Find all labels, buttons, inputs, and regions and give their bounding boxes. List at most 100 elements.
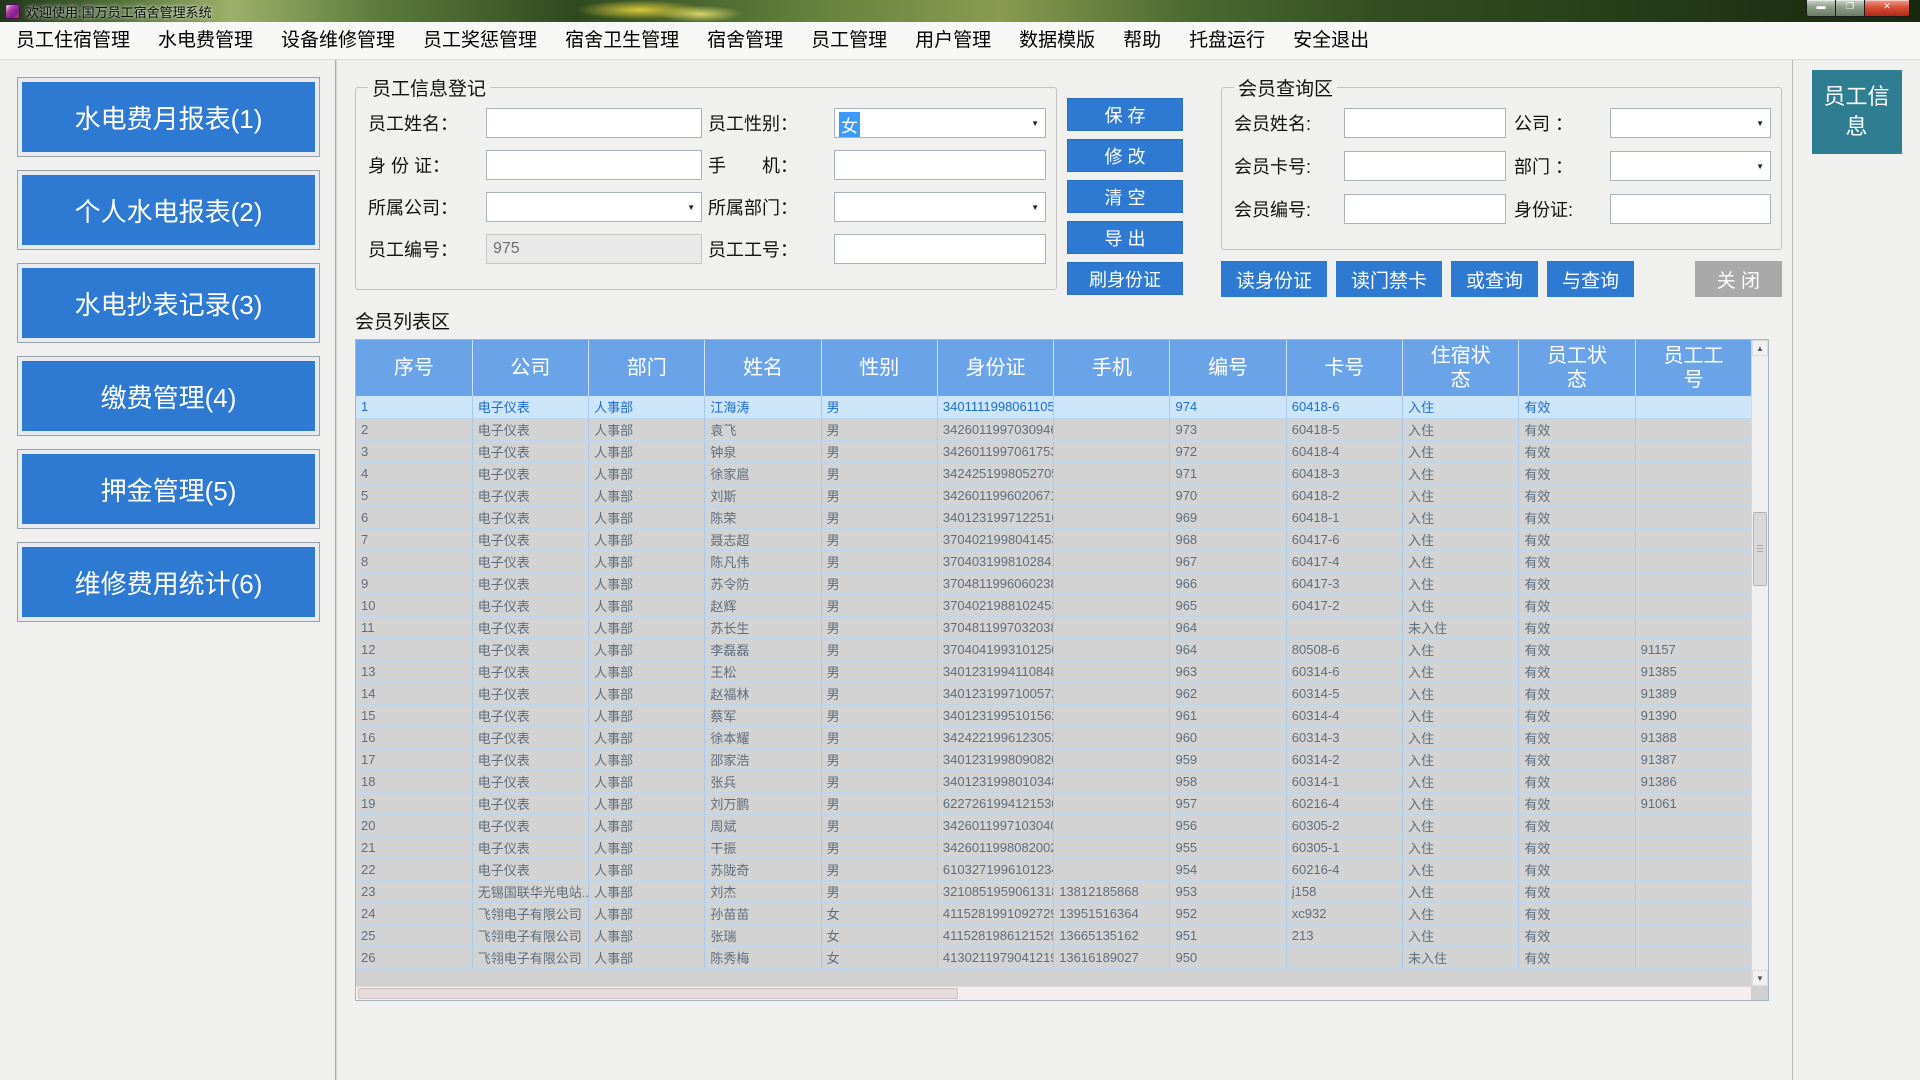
table-row[interactable]: 11电子仪表人事部苏长生男3704811997032038...964未入住有效 (356, 616, 1752, 638)
column-header[interactable]: 性别 (821, 340, 937, 396)
employee-info-button[interactable]: 员工信息 (1812, 70, 1902, 154)
query-card-input[interactable] (1344, 151, 1506, 181)
menu-item-9[interactable]: 帮助 (1109, 22, 1175, 60)
menu-item-6[interactable]: 员工管理 (797, 22, 901, 60)
table-row[interactable]: 10电子仪表人事部赵辉男3704021988102453...96560417-… (356, 594, 1752, 616)
column-header[interactable]: 住宿状态 (1403, 340, 1519, 396)
table-row[interactable]: 17电子仪表人事部邵家浩男3401231998090820...95960314… (356, 748, 1752, 770)
menu-item-5[interactable]: 宿舍管理 (693, 22, 797, 60)
query-button-4[interactable]: 关 闭 (1695, 261, 1782, 297)
table-row[interactable]: 2电子仪表人事部袁飞男3426011997030946...97360418-5… (356, 418, 1752, 440)
column-header[interactable]: 员工状态 (1519, 340, 1635, 396)
employee-workno-input[interactable] (834, 234, 1046, 264)
sidebar-button-1[interactable]: 个人水电报表(2) (17, 170, 320, 250)
table-row[interactable]: 15电子仪表人事部蔡军男3401231995101562...96160314-… (356, 704, 1752, 726)
maximize-button[interactable]: ❐ (1836, 0, 1864, 17)
table-row[interactable]: 13电子仪表人事部王松男3401231994110848...96360314-… (356, 660, 1752, 682)
table-row[interactable]: 16电子仪表人事部徐本耀男3424221996123052...96060314… (356, 726, 1752, 748)
query-company-select[interactable]: ▼ (1610, 108, 1771, 138)
menu-item-8[interactable]: 数据模版 (1005, 22, 1109, 60)
table-cell: 江海涛 (705, 396, 821, 418)
menu-item-0[interactable]: 员工住宿管理 (2, 22, 144, 60)
employee-phone-input[interactable] (834, 150, 1046, 180)
table-cell: 60314-5 (1286, 682, 1402, 704)
minimize-button[interactable]: ▬ (1806, 0, 1836, 17)
menu-item-11[interactable]: 安全退出 (1279, 22, 1383, 60)
table-row[interactable]: 6电子仪表人事部陈荣男3401231997122516...96960418-1… (356, 506, 1752, 528)
sidebar-button-3[interactable]: 缴费管理(4) (17, 356, 320, 436)
table-row[interactable]: 12电子仪表人事部李磊磊男3704041993101250...96480508… (356, 638, 1752, 660)
sidebar-button-0[interactable]: 水电费月报表(1) (17, 77, 320, 157)
table-cell: 3401231997100572... (937, 682, 1053, 704)
table-cell: 2 (356, 418, 472, 440)
query-name-input[interactable] (1344, 108, 1506, 138)
scroll-down-icon[interactable]: ▼ (1752, 970, 1768, 986)
scroll-up-icon[interactable]: ▲ (1752, 340, 1768, 356)
table-row[interactable]: 21电子仪表人事部干振男3426011998082002...95560305-… (356, 836, 1752, 858)
table-row[interactable]: 19电子仪表人事部刘万鹏男6227261994121530...95760216… (356, 792, 1752, 814)
table-row[interactable]: 23无锡国联华光电站...人事部刘杰男3210851959061318...13… (356, 880, 1752, 902)
employee-idcard-input[interactable] (486, 150, 702, 180)
table-row[interactable]: 1电子仪表人事部江海涛男3401111998061105...97460418-… (356, 396, 1752, 418)
action-button-0[interactable]: 保 存 (1067, 98, 1183, 131)
column-header[interactable]: 编号 (1170, 340, 1286, 396)
employee-company-select[interactable]: ▼ (486, 192, 702, 222)
query-button-2[interactable]: 或查询 (1451, 261, 1538, 297)
menu-item-10[interactable]: 托盘运行 (1175, 22, 1279, 60)
vertical-scrollbar[interactable]: ▲ ▼ (1751, 340, 1768, 986)
table-row[interactable]: 25飞翎电子有限公司人事部张瑞女4115281986121529...13665… (356, 924, 1752, 946)
sidebar-button-5[interactable]: 维修费用统计(6) (17, 542, 320, 622)
column-header[interactable]: 姓名 (705, 340, 821, 396)
employee-department-select[interactable]: ▼ (834, 192, 1046, 222)
query-number-input[interactable] (1344, 194, 1506, 224)
table-row[interactable]: 8电子仪表人事部陈凡伟男3704031998102841...96760417-… (356, 550, 1752, 572)
table-cell: 有效 (1519, 484, 1635, 506)
table-cell: 958 (1170, 770, 1286, 792)
action-button-1[interactable]: 修 改 (1067, 139, 1183, 172)
menu-item-7[interactable]: 用户管理 (901, 22, 1005, 60)
table-row[interactable]: 14电子仪表人事部赵福林男3401231997100572...96260314… (356, 682, 1752, 704)
table-cell: 人事部 (589, 858, 705, 880)
employee-gender-select[interactable]: 女 ▼ (834, 108, 1046, 138)
horizontal-scrollbar-thumb[interactable] (358, 988, 958, 999)
table-row[interactable]: 24飞翎电子有限公司人事部孙苗苗女4115281991092729...1395… (356, 902, 1752, 924)
menu-item-2[interactable]: 设备维修管理 (267, 22, 409, 60)
column-header[interactable]: 卡号 (1286, 340, 1402, 396)
table-row[interactable]: 9电子仪表人事部苏令防男3704811996060238...96660417-… (356, 572, 1752, 594)
column-header[interactable]: 公司 (472, 340, 588, 396)
menu-item-3[interactable]: 员工奖惩管理 (409, 22, 551, 60)
table-row[interactable]: 3电子仪表人事部钟泉男3426011997061753...97260418-4… (356, 440, 1752, 462)
table-cell: 男 (821, 792, 937, 814)
table-row[interactable]: 18电子仪表人事部张兵男3401231998010348...95860314-… (356, 770, 1752, 792)
menu-item-4[interactable]: 宿舍卫生管理 (551, 22, 693, 60)
query-idcard-input[interactable] (1610, 194, 1771, 224)
employee-name-input[interactable] (486, 108, 702, 138)
table-row[interactable]: 26飞翎电子有限公司人事部陈秀梅女4130211979041219...1361… (356, 946, 1752, 968)
column-header[interactable]: 身份证 (937, 340, 1053, 396)
column-header[interactable]: 序号 (356, 340, 472, 396)
menu-item-1[interactable]: 水电费管理 (144, 22, 267, 60)
query-button-1[interactable]: 读门禁卡 (1336, 261, 1442, 297)
table-row[interactable]: 20电子仪表人事部周斌男3426011997103040...95660305-… (356, 814, 1752, 836)
query-department-select[interactable]: ▼ (1610, 151, 1771, 181)
query-button-0[interactable]: 读身份证 (1221, 261, 1327, 297)
column-header[interactable]: 部门 (589, 340, 705, 396)
close-button[interactable]: ✕ (1864, 0, 1910, 17)
action-button-3[interactable]: 导 出 (1067, 221, 1183, 254)
table-cell: 12 (356, 638, 472, 660)
table-row[interactable]: 4电子仪表人事部徐家扈男3424251998052705...97160418-… (356, 462, 1752, 484)
table-row[interactable]: 7电子仪表人事部聂志超男3704021998041453...96860417-… (356, 528, 1752, 550)
sidebar-button-4[interactable]: 押金管理(5) (17, 449, 320, 529)
column-header[interactable]: 员工工号 (1635, 340, 1751, 396)
query-button-3[interactable]: 与查询 (1547, 261, 1634, 297)
horizontal-scrollbar[interactable] (356, 986, 1751, 1000)
table-cell: 3426011997103040... (937, 814, 1053, 836)
vertical-scrollbar-thumb[interactable] (1753, 512, 1767, 586)
action-button-2[interactable]: 清 空 (1067, 180, 1183, 213)
table-row[interactable]: 22电子仪表人事部苏陇奇男6103271996101234...95460216… (356, 858, 1752, 880)
sidebar-button-2[interactable]: 水电抄表记录(3) (17, 263, 320, 343)
column-header[interactable]: 手机 (1054, 340, 1170, 396)
action-button-4[interactable]: 刷身份证 (1067, 262, 1183, 295)
table-row[interactable]: 5电子仪表人事部刘斯男3426011996020671...97060418-2… (356, 484, 1752, 506)
table-cell (1054, 440, 1170, 462)
